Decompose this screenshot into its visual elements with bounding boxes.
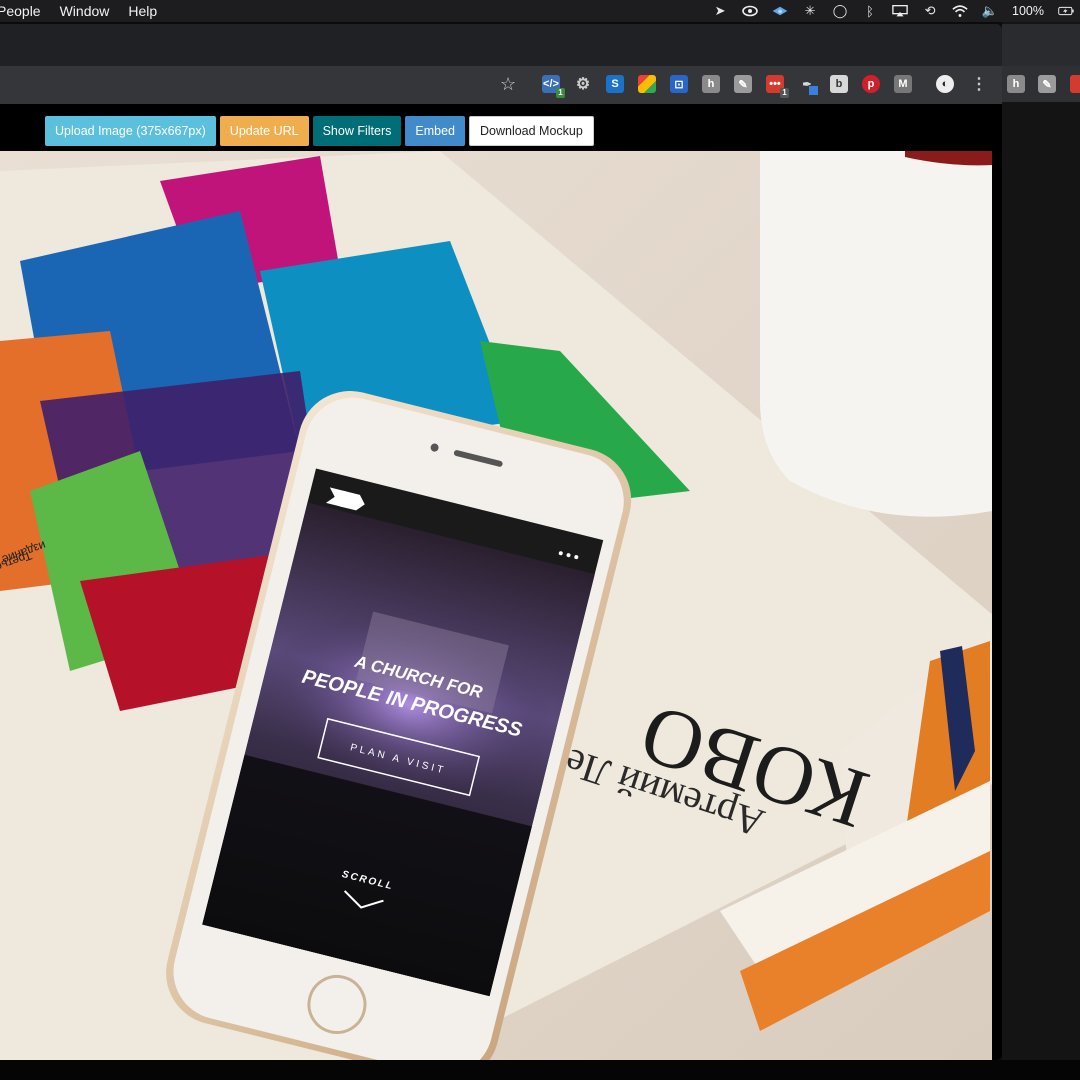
show-filters-button[interactable]: Show Filters	[312, 116, 402, 146]
extension-dots-icon[interactable]: ••• 1	[766, 75, 789, 98]
menu-window[interactable]: Window	[60, 3, 118, 19]
white-cup	[760, 151, 992, 517]
extension-badge: 1	[556, 88, 565, 98]
extension-eyedropper-icon[interactable]: ✒	[798, 75, 818, 95]
pinterest-icon[interactable]: p	[862, 75, 880, 93]
browser-menu-icon[interactable]: ⋮	[970, 75, 988, 93]
circle-status-icon[interactable]: ◯	[832, 3, 848, 18]
extension-grey-icon[interactable]: h	[1007, 75, 1025, 93]
mockup-scene: КОВО Артемий Ле Третье издание A CHURCH …	[0, 151, 992, 1060]
embed-button[interactable]: Embed	[405, 116, 465, 146]
browser-window: ☆ </> 1 ⚙ S ⊡ h ✎ ••• 1 ✒ b p M ◐ ⋮ Upload…	[0, 24, 1002, 1060]
update-url-button[interactable]: Update URL	[219, 116, 309, 146]
background-window-extensions: h ✎	[1002, 66, 1080, 104]
extension-note-icon[interactable]: ✎	[1038, 75, 1056, 93]
location-icon[interactable]: ➤	[712, 3, 728, 18]
status-area: ➤ ⊕ ✳ ◯ ᛒ ⟲ 🔈 100%	[712, 0, 1074, 22]
extension-red-icon[interactable]	[1070, 75, 1080, 93]
extension-badge: 1	[780, 88, 789, 98]
svg-text:⊕: ⊕	[778, 9, 782, 15]
volume-icon[interactable]: 🔈	[982, 3, 998, 18]
extension-note-icon[interactable]: ✎	[734, 75, 752, 93]
dropbox-icon[interactable]: ✳	[802, 3, 818, 18]
menu-bar: People Window Help ➤ ⊕ ✳ ◯ ᛒ ⟲ 🔈 100%	[0, 0, 1080, 22]
creative-cloud-icon[interactable]	[742, 4, 758, 18]
tab-strip	[0, 24, 1002, 66]
background-window-tabstrip	[1002, 24, 1080, 66]
bookmark-star-icon[interactable]: ☆	[500, 74, 516, 95]
airplay-icon[interactable]	[892, 4, 908, 18]
menu-left: People Window Help	[0, 3, 176, 19]
menu-people[interactable]: People	[0, 3, 49, 19]
vpn-icon[interactable]: ⊕	[772, 4, 788, 18]
desktop-background	[1002, 22, 1080, 1060]
battery-percent: 100%	[1012, 4, 1044, 18]
battery-icon[interactable]	[1058, 4, 1074, 18]
extension-s-icon[interactable]: S	[606, 75, 624, 93]
page-content: Upload Image (375x667px) Update URL Show…	[0, 104, 1002, 1060]
download-mockup-button[interactable]: Download Mockup	[468, 116, 594, 146]
extension-b-icon[interactable]: b	[830, 75, 848, 93]
extension-code-icon[interactable]: </> 1	[542, 75, 565, 98]
extension-h-icon[interactable]: h	[702, 75, 720, 93]
mockup-image: КОВО Артемий Ле Третье издание A CHURCH …	[0, 151, 992, 1060]
action-buttons: Upload Image (375x667px) Update URL Show…	[45, 116, 594, 146]
wifi-icon[interactable]	[952, 4, 968, 18]
upload-image-button[interactable]: Upload Image (375x667px)	[45, 116, 216, 146]
menu-help[interactable]: Help	[128, 3, 165, 19]
extension-m-icon[interactable]: M	[894, 75, 912, 93]
dock-area	[0, 1060, 1080, 1080]
browser-toolbar: ☆ </> 1 ⚙ S ⊡ h ✎ ••• 1 ✒ b p M ◐ ⋮	[0, 66, 1002, 104]
extension-blue-icon[interactable]: ⊡	[670, 75, 688, 93]
extension-google-icon[interactable]	[638, 75, 656, 93]
profile-avatar[interactable]: ◐	[936, 75, 954, 93]
bluetooth-icon[interactable]: ᛒ	[862, 4, 878, 19]
time-machine-icon[interactable]: ⟲	[922, 3, 938, 18]
extension-gear-icon[interactable]: ⚙	[574, 75, 592, 93]
